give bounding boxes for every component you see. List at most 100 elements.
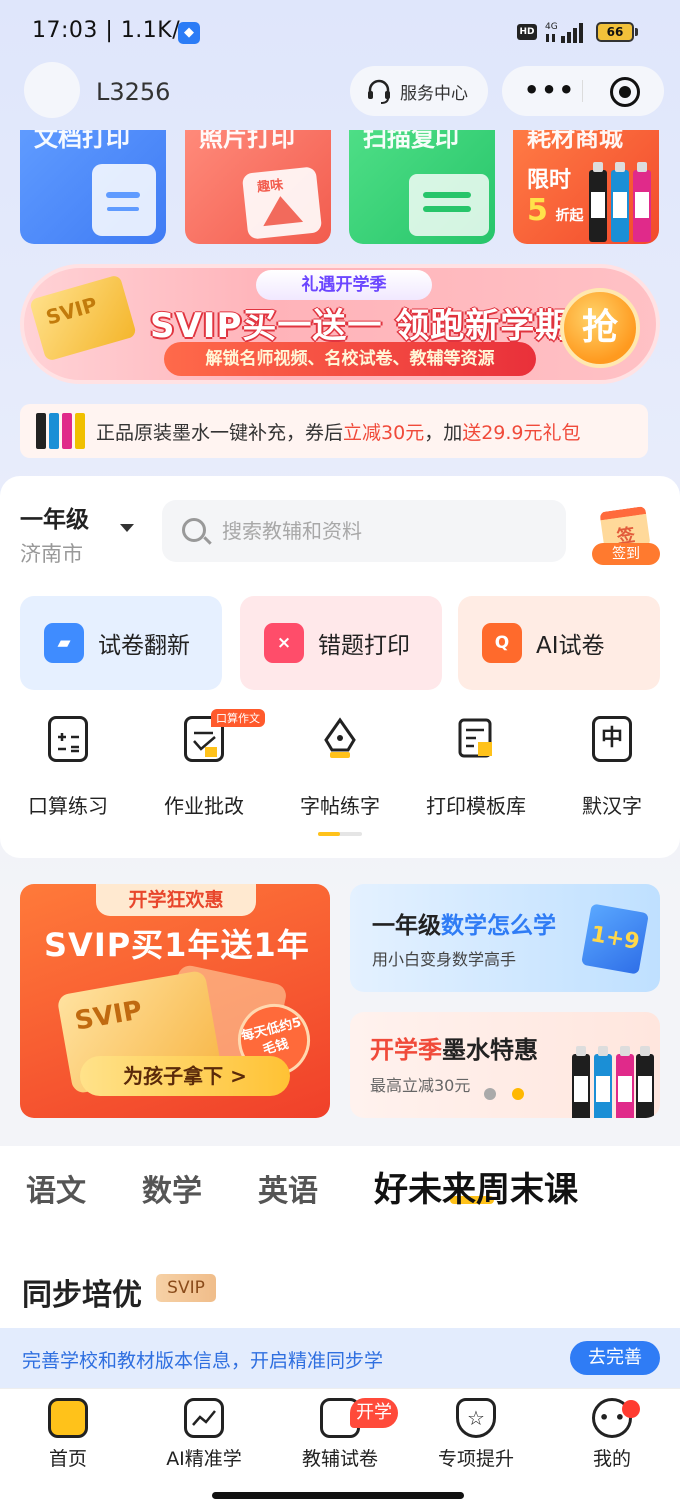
notice-text: 完善学校和教材版本信息，开启精准同步学 [22, 1350, 384, 1372]
service-center-label: 服务中心 [400, 83, 468, 104]
signin-button[interactable]: 签 签到 [592, 505, 660, 567]
mistake-icon: × [264, 623, 304, 663]
service-tile-label: 照片打印 [199, 130, 295, 152]
username[interactable]: L3256 [96, 78, 170, 106]
tool-label: 默汉字 [582, 794, 642, 818]
battery-icon: 66 [596, 22, 634, 42]
tool-label: 打印模板库 [426, 794, 526, 818]
tab-math[interactable]: 数学 [142, 1166, 202, 1210]
tool-mental-math[interactable]: 口算练习 [18, 716, 118, 819]
ink-bottle-icon [633, 162, 651, 242]
star-shield-icon: ☆ [456, 1398, 496, 1438]
home-icon [48, 1398, 88, 1438]
scanner-icon [409, 174, 489, 236]
template-icon [456, 716, 496, 762]
tools-pager-indicator [318, 832, 362, 836]
tab-weekend-course[interactable]: 好未来周末课 [374, 1162, 578, 1211]
eraser-icon: ▰ [44, 623, 84, 663]
svip-banner[interactable]: SVIP 礼遇开学季 SVIP买一送一 领跑新学期 解锁名师视频、名校试卷、教辅… [20, 264, 660, 384]
avatar[interactable] [24, 62, 80, 118]
promo-headline: SVIP买1年送1年 [44, 926, 310, 964]
status-time: 17:03 | 1.1K/s [32, 18, 193, 43]
service-tile-label: 耗材商城 [527, 130, 623, 152]
search-bar[interactable] [162, 500, 566, 562]
nav-ai-learning[interactable]: AI精准学 [144, 1398, 264, 1471]
section-title: 同步培优 [22, 1278, 142, 1313]
nav-special-improve[interactable]: ☆ 专项提升 [416, 1398, 536, 1471]
ink-bottle-icon [589, 162, 607, 242]
promo-headline: 开学季墨水特惠 [370, 1036, 538, 1064]
svg-text:4G: 4G [545, 22, 558, 32]
ai-paper-icon: Q [482, 623, 522, 663]
capsule-divider [582, 80, 583, 102]
notification-dot [622, 1400, 640, 1418]
hot-tag: 口算作文 [211, 709, 265, 727]
feature-label: 试卷翻新 [98, 633, 190, 659]
close-target-icon[interactable] [610, 77, 640, 107]
carousel-dot[interactable] [484, 1088, 496, 1100]
calculator-icon [48, 716, 88, 762]
grade-selector[interactable]: 一年级 [20, 500, 89, 534]
ink-promo-text: 正品原装墨水一键补充，券后立减30元，加送29.9元礼包 [96, 421, 581, 444]
document-icon [92, 164, 156, 236]
city-label[interactable]: 济南市 [20, 538, 83, 568]
chevron-down-icon[interactable] [120, 524, 134, 532]
grab-button[interactable]: 抢 [560, 288, 640, 368]
tab-english[interactable]: 英语 [258, 1166, 318, 1210]
svip-banner-subline: 解锁名师视频、名校试卷、教辅等资源 [164, 342, 536, 376]
photo-icon: 趣味 [241, 166, 323, 240]
nav-badge: 开学 [350, 1398, 398, 1428]
more-icon[interactable]: ••• [524, 76, 576, 104]
tool-hanzi-dictation[interactable]: 中 默汉字 [562, 716, 662, 819]
promo-svip-year[interactable]: 开学狂欢惠 SVIP买1年送1年 SVIP 每天低约5毛钱 为孩子拿下 > [20, 884, 330, 1118]
svip-banner-headline: SVIP买一送一 领跑新学期 [150, 306, 571, 346]
ink-bottle-icon [594, 1046, 612, 1118]
feature-ai-paper[interactable]: Q AI试卷 [458, 596, 660, 690]
promo-ink-sale[interactable]: 开学季墨水特惠 最高立减30元 [350, 1012, 660, 1118]
signin-label: 签到 [592, 543, 660, 565]
svip-card-icon: SVIP [29, 274, 137, 362]
svip-banner-tag: 礼遇开学季 [256, 270, 432, 300]
promo-tag: 开学狂欢惠 [96, 884, 256, 916]
complete-info-button[interactable]: 去完善 [570, 1341, 660, 1375]
math-book-icon: 1+9 [581, 903, 649, 975]
service-tile-scan-copy[interactable]: 扫描复印 [349, 130, 495, 244]
tab-chinese[interactable]: 语文 [26, 1166, 86, 1210]
promo-cta-button[interactable]: 为孩子拿下 > [80, 1056, 290, 1096]
nav-profile[interactable]: • • 我的 [552, 1398, 672, 1471]
homework-check-icon: 口算作文 [184, 709, 265, 762]
nav-home[interactable]: 首页 [8, 1398, 128, 1471]
tool-homework-check[interactable]: 口算作文 作业批改 [154, 709, 265, 819]
ink-bottle-icon [636, 1046, 654, 1118]
nav-label: 教辅试卷 [301, 1448, 378, 1470]
hd-icon: HD [517, 24, 537, 40]
promo-math-learning[interactable]: 一年级数学怎么学 用小白变身数学高手 1+9 [350, 884, 660, 992]
photo-badge: 趣味 [256, 177, 284, 196]
feature-paper-renew[interactable]: ▰ 试卷翻新 [20, 596, 222, 690]
signal-icon: 4G [545, 22, 583, 43]
nav-label: AI精准学 [166, 1448, 242, 1470]
promo-headline: 一年级数学怎么学 [372, 913, 556, 939]
service-center-button[interactable]: 服务中心 [350, 66, 488, 116]
app-notification-icon: ◆ [178, 22, 200, 44]
service-tile-label: 文档打印 [34, 130, 130, 152]
nav-label: 我的 [592, 1448, 631, 1470]
nav-label: 首页 [48, 1448, 87, 1470]
feature-label: AI试卷 [536, 633, 605, 659]
chart-board-icon [184, 1398, 224, 1438]
service-tile-label: 扫描复印 [363, 130, 459, 152]
tool-calligraphy[interactable]: 字帖练字 [290, 716, 390, 819]
search-icon [182, 518, 206, 542]
tool-label: 口算练习 [28, 794, 108, 818]
supplies-promo: 限时 5 折起 [527, 168, 584, 228]
feature-mistake-print[interactable]: × 错题打印 [240, 596, 442, 690]
service-tile-supplies-mall[interactable]: 耗材商城 限时 5 折起 [513, 130, 659, 244]
service-tile-doc-print[interactable]: 文档打印 [20, 130, 166, 244]
home-indicator[interactable] [212, 1492, 464, 1499]
tool-template-library[interactable]: 打印模板库 [426, 716, 526, 819]
ink-promo-strip[interactable]: 正品原装墨水一键补充，券后立减30元，加送29.9元礼包 [20, 404, 648, 458]
service-tile-photo-print[interactable]: 照片打印 趣味 [185, 130, 331, 244]
carousel-dot-active[interactable] [512, 1088, 524, 1100]
search-input[interactable] [222, 512, 542, 550]
feature-label: 错题打印 [318, 633, 410, 659]
